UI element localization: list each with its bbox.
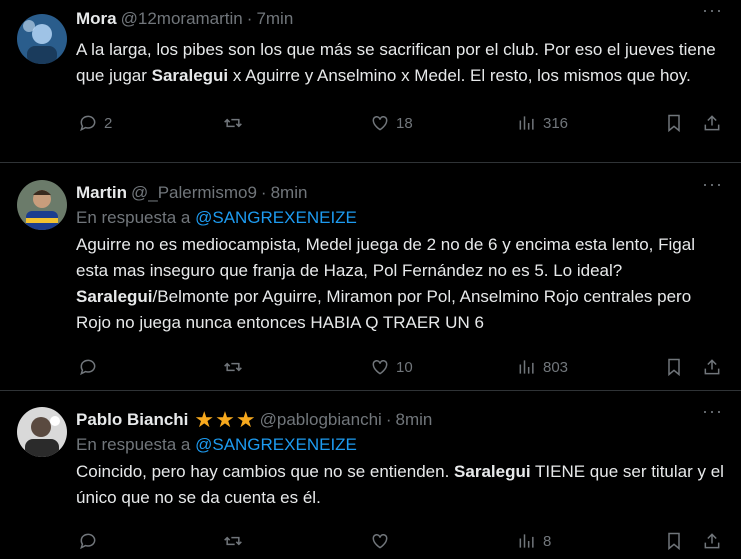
tweet-text: Coincido, pero hay cambios que no se ent… bbox=[76, 459, 725, 511]
tweet-header: Pablo Bianchi ★ ★ ★ @pablogbianchi · 8mi… bbox=[76, 409, 725, 431]
share-icon bbox=[704, 359, 720, 375]
retweet-button[interactable] bbox=[223, 113, 249, 133]
display-name[interactable]: Mora bbox=[76, 9, 117, 29]
tweet[interactable]: Mora @12moramartin · 7min ··· A la larga… bbox=[0, 0, 741, 163]
avatar[interactable] bbox=[17, 14, 67, 64]
tweet-actions: 2 18 316 bbox=[76, 108, 725, 138]
avatar[interactable] bbox=[17, 180, 67, 230]
rating-stars: ★ ★ ★ bbox=[194, 409, 255, 431]
like-count: 10 bbox=[396, 358, 413, 376]
user-handle[interactable]: @12moramartin bbox=[121, 9, 243, 29]
more-icon[interactable]: ··· bbox=[702, 174, 723, 195]
like-icon bbox=[372, 533, 388, 549]
timestamp[interactable]: 8min bbox=[271, 183, 308, 203]
reply-context: En respuesta a @SANGREXENEIZE bbox=[76, 435, 725, 455]
views-count: 803 bbox=[543, 358, 569, 376]
tweet-header: Martin @_Palermismo9 · 8min bbox=[76, 182, 725, 204]
retweet-button[interactable] bbox=[223, 357, 249, 377]
retweet-icon bbox=[224, 362, 242, 372]
bookmark-icon bbox=[668, 532, 680, 551]
reply-icon bbox=[80, 115, 96, 132]
bookmark-button[interactable] bbox=[664, 113, 684, 133]
like-button[interactable]: 18 bbox=[370, 113, 413, 133]
share-button[interactable] bbox=[702, 113, 722, 133]
reply-label: En respuesta a bbox=[76, 435, 191, 454]
views-button[interactable]: 803 bbox=[517, 357, 568, 377]
bookmark-icon bbox=[668, 358, 680, 377]
views-button[interactable]: 8 bbox=[517, 531, 551, 551]
reply-context: En respuesta a @SANGREXENEIZE bbox=[76, 208, 725, 228]
reply-count: 2 bbox=[104, 114, 113, 132]
views-icon bbox=[519, 534, 534, 548]
share-icon bbox=[704, 533, 720, 549]
views-count: 8 bbox=[543, 532, 552, 550]
reply-mention-link[interactable]: @SANGREXENEIZE bbox=[195, 208, 357, 227]
separator-dot: · bbox=[385, 410, 392, 429]
tweet[interactable]: Pablo Bianchi ★ ★ ★ @pablogbianchi · 8mi… bbox=[0, 391, 741, 559]
bookmark-button[interactable] bbox=[664, 357, 684, 377]
tweet-actions: 8 bbox=[76, 526, 725, 556]
more-icon[interactable]: ··· bbox=[702, 0, 723, 21]
reply-button[interactable]: 2 bbox=[78, 113, 112, 133]
avatar[interactable] bbox=[17, 407, 67, 457]
share-button[interactable] bbox=[702, 531, 722, 551]
like-button[interactable] bbox=[370, 531, 396, 551]
tweet-text-part: /Belmonte por Aguirre, Miramon por Pol, … bbox=[76, 287, 692, 332]
reply-button[interactable] bbox=[78, 531, 104, 551]
tweet-text-part: Coincido, pero hay cambios que no se ent… bbox=[76, 462, 455, 481]
views-icon bbox=[519, 360, 534, 374]
star-icon: ★ bbox=[194, 407, 215, 432]
tweet-text-bold: Saralegui bbox=[454, 462, 531, 481]
separator-dot: · bbox=[246, 9, 253, 28]
views-icon bbox=[519, 116, 534, 130]
tweet-text-part: x Aguirre y Anselmino x Medel. El resto,… bbox=[228, 66, 691, 85]
user-handle[interactable]: @_Palermismo9 bbox=[131, 183, 257, 203]
tweet-text: A la larga, los pibes son los que más se… bbox=[76, 37, 725, 89]
tweet-text-part: Aguirre no es mediocampista, Medel juega… bbox=[76, 235, 695, 280]
tweet[interactable]: Martin @_Palermismo9 · 8min ··· En respu… bbox=[0, 163, 741, 391]
retweet-button[interactable] bbox=[223, 531, 249, 551]
timestamp[interactable]: 8min bbox=[395, 410, 432, 430]
like-icon bbox=[372, 115, 388, 131]
timestamp[interactable]: 7min bbox=[256, 9, 293, 29]
share-icon bbox=[704, 115, 720, 131]
star-icon: ★ bbox=[235, 407, 256, 432]
like-count: 18 bbox=[396, 114, 413, 132]
separator-dot: · bbox=[260, 183, 267, 202]
bookmark-button[interactable] bbox=[664, 531, 684, 551]
views-button[interactable]: 316 bbox=[517, 113, 568, 133]
reply-label: En respuesta a bbox=[76, 208, 191, 227]
tweet-actions: 10 803 bbox=[76, 352, 725, 382]
tweet-text-bold: Saralegui bbox=[76, 287, 153, 306]
reply-icon bbox=[80, 533, 96, 550]
tweet-text: Aguirre no es mediocampista, Medel juega… bbox=[76, 232, 725, 336]
retweet-icon bbox=[224, 536, 242, 546]
share-button[interactable] bbox=[702, 357, 722, 377]
display-name[interactable]: Martin bbox=[76, 183, 127, 203]
user-handle[interactable]: @pablogbianchi bbox=[260, 410, 382, 430]
bookmark-icon bbox=[668, 114, 680, 133]
display-name[interactable]: Pablo Bianchi bbox=[76, 410, 188, 430]
tweet-text-bold: Saralegui bbox=[151, 66, 229, 85]
views-count: 316 bbox=[543, 114, 569, 132]
like-icon bbox=[372, 359, 388, 375]
like-button[interactable]: 10 bbox=[370, 357, 413, 377]
retweet-icon bbox=[224, 118, 242, 128]
reply-button[interactable] bbox=[78, 357, 104, 377]
star-icon: ★ bbox=[215, 407, 235, 432]
tweet-header: Mora @12moramartin · 7min bbox=[76, 8, 725, 30]
more-icon[interactable]: ··· bbox=[702, 401, 723, 422]
reply-icon bbox=[80, 359, 96, 376]
reply-mention-link[interactable]: @SANGREXENEIZE bbox=[195, 435, 357, 454]
